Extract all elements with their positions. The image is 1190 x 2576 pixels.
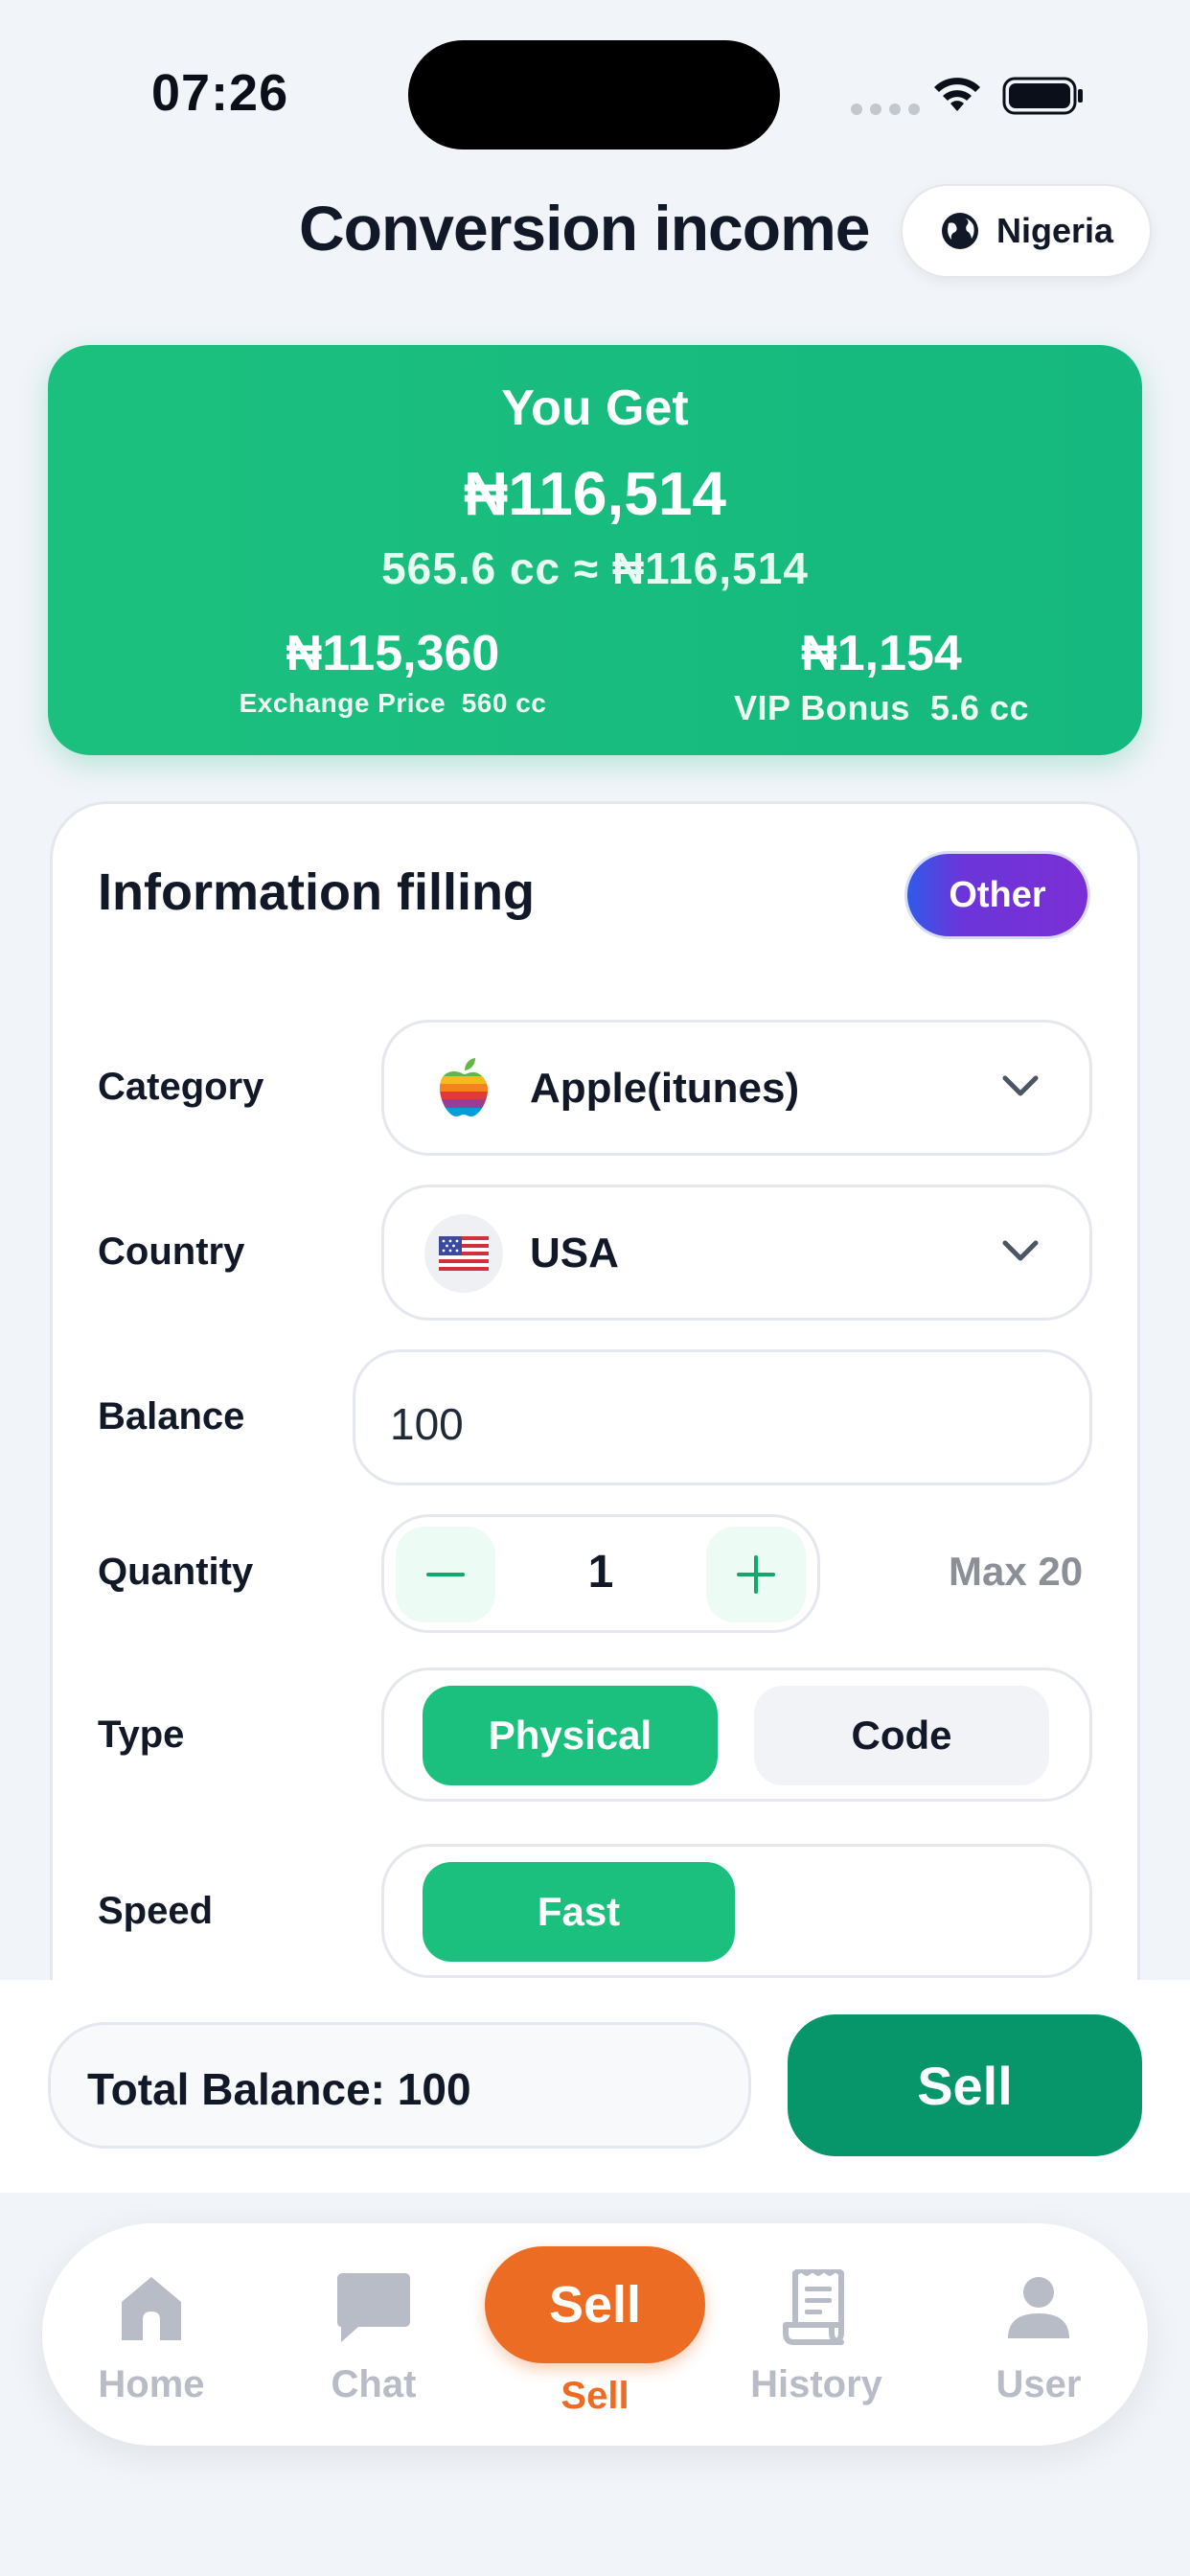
quantity-increment-button[interactable]	[706, 1527, 806, 1622]
category-select[interactable]: Apple(itunes)	[381, 1020, 1092, 1156]
us-flag-icon	[424, 1214, 503, 1293]
speed-option-fast[interactable]: Fast	[423, 1862, 735, 1962]
summary-rate: 565.6 cc ≈ ₦116,514	[381, 543, 809, 593]
speed-toggle: Fast	[381, 1844, 1092, 1978]
chat-icon	[337, 2273, 410, 2342]
tab-sell-label: Sell	[561, 2375, 629, 2417]
summary-title: You Get	[501, 380, 689, 436]
apple-logo-icon	[424, 1049, 503, 1128]
type-toggle: Physical Code	[381, 1668, 1092, 1802]
total-balance-text: Total Balance: 100	[87, 2064, 471, 2114]
dynamic-island	[408, 40, 780, 150]
receipt-icon	[783, 2269, 844, 2345]
chevron-down-icon	[1002, 1075, 1039, 1096]
chevron-down-icon	[1002, 1240, 1039, 1261]
user-icon	[1008, 2277, 1069, 2338]
region-label: Nigeria	[995, 211, 1114, 250]
region-selector-button[interactable]: Nigeria	[901, 184, 1152, 278]
type-option-physical[interactable]: Physical	[423, 1686, 718, 1785]
country-value: USA	[530, 1230, 619, 1276]
tab-sell-fab[interactable]: Sell	[485, 2246, 705, 2363]
tab-home[interactable]: Home	[56, 2262, 247, 2406]
tab-chat-label: Chat	[331, 2363, 417, 2405]
country-select[interactable]: USA	[381, 1184, 1092, 1321]
quantity-stepper: 1	[381, 1514, 820, 1633]
page-title: Conversion income	[299, 193, 870, 264]
plus-icon	[737, 1555, 775, 1594]
exchange-amount: ₦115,360	[286, 626, 500, 681]
vip-amount: ₦1,154	[801, 626, 962, 681]
summary-amount: ₦116,514	[463, 459, 727, 528]
tab-user[interactable]: User	[943, 2262, 1134, 2406]
vip-label: VIP Bonus 5.6 cc	[734, 688, 1029, 727]
category-label: Category	[98, 1066, 264, 1108]
balance-input[interactable]: 100	[353, 1349, 1092, 1485]
tab-history[interactable]: History	[721, 2262, 912, 2406]
sell-button[interactable]: Sell	[788, 2014, 1142, 2156]
home-icon	[122, 2277, 181, 2340]
information-title: Information filling	[98, 863, 535, 921]
battery-icon	[1002, 77, 1083, 115]
tab-chat[interactable]: Chat	[278, 2262, 469, 2406]
tab-user-label: User	[995, 2363, 1082, 2405]
balance-value: 100	[390, 1399, 464, 1449]
total-balance-box: Total Balance: 100	[48, 2022, 751, 2149]
cellular-signal-icon	[851, 104, 920, 115]
other-button[interactable]: Other	[904, 851, 1090, 939]
speed-label: Speed	[98, 1890, 214, 1932]
exchange-price-block: ₦115,360 Exchange Price 560 cc	[163, 625, 623, 719]
status-time: 07:26	[151, 64, 289, 122]
quantity-max: Max 20	[949, 1549, 1084, 1594]
vip-bonus-block: ₦1,154 VIP Bonus 5.6 cc	[652, 625, 1111, 728]
category-value: Apple(itunes)	[530, 1065, 800, 1112]
tab-home-label: Home	[98, 2363, 205, 2405]
quantity-label: Quantity	[98, 1551, 254, 1593]
type-label: Type	[98, 1714, 185, 1756]
globe-icon	[941, 213, 978, 249]
balance-label: Balance	[98, 1395, 245, 1438]
income-summary-card: You Get ₦116,514 565.6 cc ≈ ₦116,514 ₦11…	[48, 345, 1142, 755]
type-option-code[interactable]: Code	[754, 1686, 1049, 1785]
exchange-label: Exchange Price 560 cc	[239, 688, 547, 718]
tab-history-label: History	[750, 2363, 882, 2405]
country-label: Country	[98, 1230, 245, 1273]
wifi-icon	[934, 78, 980, 111]
